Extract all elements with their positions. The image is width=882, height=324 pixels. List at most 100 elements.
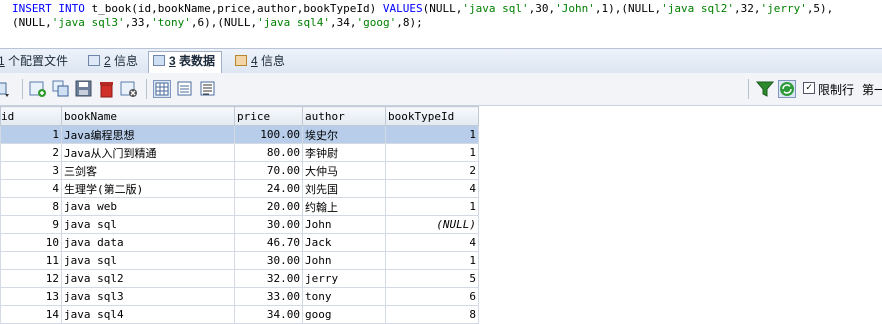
refresh-icon[interactable]: [778, 80, 796, 98]
sql-keyword: INSERT INTO: [12, 2, 85, 15]
table-row[interactable]: 8 java web 20.00 约翰上 1: [0, 197, 479, 216]
delete-icon[interactable]: [98, 80, 116, 98]
grid-view-icon[interactable]: [153, 80, 171, 98]
cell-booktypeid[interactable]: (NULL): [385, 215, 479, 234]
limit-rows-checkbox[interactable]: ✓: [803, 82, 815, 94]
cell-author[interactable]: 埃史尔: [302, 125, 386, 144]
cell-booktypeid[interactable]: 2: [385, 161, 479, 180]
table-row[interactable]: 3 三剑客 70.00 大仲马 2: [0, 161, 479, 180]
cell-price[interactable]: 30.00: [234, 215, 303, 234]
cell-booktypeid[interactable]: 6: [385, 287, 479, 306]
table-row[interactable]: 4 生理学(第二版) 24.00 刘先国 4: [0, 179, 479, 198]
cell-price[interactable]: 80.00: [234, 143, 303, 162]
cell-booktypeid[interactable]: 1: [385, 143, 479, 162]
cell-author[interactable]: jerry: [302, 269, 386, 288]
column-header-price[interactable]: price: [234, 106, 303, 126]
cell-bookname[interactable]: java sql3: [61, 287, 235, 306]
cell-bookname[interactable]: 生理学(第二版): [61, 179, 235, 198]
cell-price[interactable]: 20.00: [234, 197, 303, 216]
column-header-booktypeid[interactable]: bookTypeId: [385, 106, 479, 126]
cell-author[interactable]: 刘先国: [302, 179, 386, 198]
sql-keyword: VALUES: [382, 2, 423, 15]
cell-id[interactable]: 2: [0, 143, 62, 162]
table-row[interactable]: 10 java data 46.70 Jack 4: [0, 233, 479, 252]
cell-author[interactable]: John: [302, 251, 386, 270]
tab-number: 2: [104, 54, 111, 68]
sql-string: 'John': [555, 2, 595, 15]
form-view-icon[interactable]: [176, 80, 194, 98]
cell-price[interactable]: 100.00: [234, 125, 303, 144]
tab-info-2[interactable]: 4 信息: [231, 52, 291, 72]
sql-text: ,6),(NULL,: [190, 16, 258, 29]
table-row[interactable]: 13 java sql3 33.00 tony 6: [0, 287, 479, 306]
export-icon[interactable]: [0, 80, 10, 98]
cell-bookname[interactable]: Java从入门到精通: [61, 143, 235, 162]
cell-price[interactable]: 46.70: [234, 233, 303, 252]
cell-bookname[interactable]: java sql: [61, 251, 235, 270]
cell-bookname[interactable]: 三剑客: [61, 161, 235, 180]
sql-line-1: INSERT INTO t_book(id,bookName,price,aut…: [12, 2, 833, 16]
filter-icon[interactable]: [755, 80, 775, 98]
column-header-author[interactable]: author: [302, 106, 386, 126]
cell-author[interactable]: tony: [302, 287, 386, 306]
cell-author[interactable]: 大仲马: [302, 161, 386, 180]
insert-row-icon[interactable]: [29, 80, 47, 98]
table-row[interactable]: 2 Java从入门到精通 80.00 李钟尉 1: [0, 143, 479, 162]
tab-label: 信息: [257, 54, 286, 68]
sql-editor[interactable]: INSERT INTO t_book(id,bookName,price,aut…: [0, 0, 882, 46]
cell-author[interactable]: Jack: [302, 233, 386, 252]
cell-bookname[interactable]: java sql2: [61, 269, 235, 288]
cell-id[interactable]: 9: [0, 215, 62, 234]
cell-price[interactable]: 30.00: [234, 251, 303, 270]
cell-booktypeid[interactable]: 1: [385, 125, 479, 144]
cell-price[interactable]: 32.00: [234, 269, 303, 288]
sql-text: ,30,: [528, 2, 556, 15]
cell-id[interactable]: 10: [0, 233, 62, 252]
cell-booktypeid[interactable]: 4: [385, 233, 479, 252]
cell-price[interactable]: 70.00: [234, 161, 303, 180]
duplicate-row-icon[interactable]: [52, 80, 70, 98]
cell-id[interactable]: 1: [0, 125, 62, 144]
cell-author[interactable]: 约翰上: [302, 197, 386, 216]
cell-booktypeid[interactable]: 1: [385, 251, 479, 270]
table-row[interactable]: 1 Java编程思想 100.00 埃史尔 1: [0, 125, 479, 144]
tab-number: 3: [169, 54, 176, 68]
cell-booktypeid[interactable]: 4: [385, 179, 479, 198]
cell-price[interactable]: 33.00: [234, 287, 303, 306]
cell-id[interactable]: 8: [0, 197, 62, 216]
cell-bookname[interactable]: java data: [61, 233, 235, 252]
cell-id[interactable]: 4: [0, 179, 62, 198]
table-row[interactable]: 9 java sql 30.00 John (NULL): [0, 215, 479, 234]
cancel-changes-icon[interactable]: [120, 80, 138, 98]
table-row[interactable]: 12 java sql2 32.00 jerry 5: [0, 269, 479, 288]
cell-id[interactable]: 3: [0, 161, 62, 180]
cell-author[interactable]: 李钟尉: [302, 143, 386, 162]
cell-booktypeid[interactable]: 5: [385, 269, 479, 288]
cell-author[interactable]: John: [302, 215, 386, 234]
tab-info[interactable]: 2 信息: [84, 52, 144, 72]
cell-bookname[interactable]: java sql: [61, 215, 235, 234]
cell-id[interactable]: 12: [0, 269, 62, 288]
sql-string: 'java sql4': [257, 16, 330, 29]
cell-price[interactable]: 24.00: [234, 179, 303, 198]
save-icon[interactable]: [75, 80, 93, 98]
cell-bookname[interactable]: Java编程思想: [61, 125, 235, 144]
data-grid: id bookName price author bookTypeId 1 Jav…: [0, 106, 479, 324]
tab-profiles[interactable]: 1 个配置文件: [0, 52, 74, 72]
column-header-bookname[interactable]: bookName: [61, 106, 235, 126]
table-row[interactable]: 11 java sql 30.00 John 1: [0, 251, 479, 270]
tab-table-data[interactable]: 3 表数据: [148, 51, 223, 74]
limit-rows-label: 限制行: [818, 83, 855, 97]
grid-header-row: id bookName price author bookTypeId: [0, 106, 479, 126]
sql-string: 'java sql2': [661, 2, 734, 15]
text-view-icon[interactable]: [199, 80, 217, 98]
sql-string: 'java sql3': [51, 16, 125, 29]
grid-toolbar: ✓ 限制行 第一: [0, 73, 882, 106]
cell-booktypeid[interactable]: 1: [385, 197, 479, 216]
cell-id[interactable]: 11: [0, 251, 62, 270]
column-header-id[interactable]: id: [0, 106, 62, 126]
cell-bookname[interactable]: java web: [61, 197, 235, 216]
sql-text: ,34,: [329, 16, 357, 29]
cell-id[interactable]: 13: [0, 287, 62, 306]
first-row-label: 第一: [862, 83, 882, 97]
